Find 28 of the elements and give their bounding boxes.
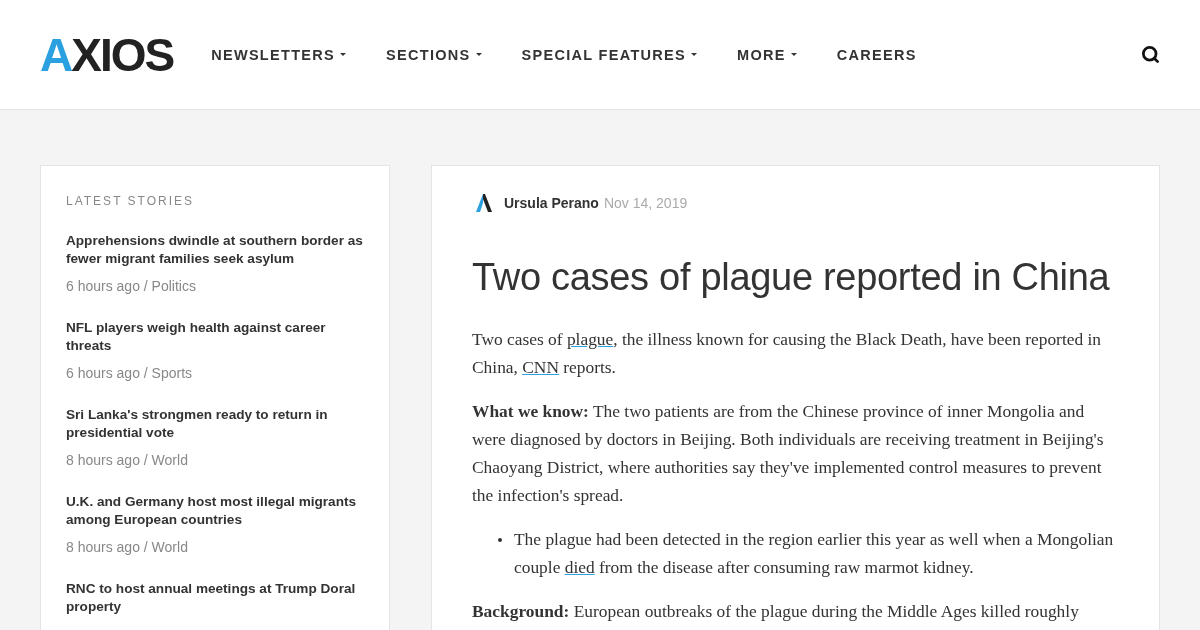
story-headline[interactable]: U.K. and Germany host most illegal migrants among European countries bbox=[66, 493, 364, 529]
nav-link[interactable]: SECTIONS bbox=[386, 46, 482, 63]
article-paragraph: Two cases of plague, the illness known for causing the Black Death, have been reported in China, CNN reports. bbox=[472, 328, 1102, 379]
article-title: Two cases of plague reported in China bbox=[472, 256, 1111, 299]
sidebar-title: LATEST STORIES bbox=[66, 194, 196, 208]
story-meta: 8 hours ago / World bbox=[66, 539, 189, 555]
story-meta: 6 hours ago / Sports bbox=[66, 365, 194, 381]
bullet-icon bbox=[498, 538, 502, 542]
search-icon[interactable] bbox=[1141, 45, 1160, 64]
article-paragraph: What we know: The two patients are from the Chinese province of inner Mongolia and were diagnosed by doctors in Beijing. Both individuals are receiving treatment in Beijing's Chaoyang District, where authorities say they've implemented control measures to prevent the infection's spread. bbox=[472, 400, 1105, 507]
logo[interactable]: AXIOS bbox=[40, 31, 174, 78]
article-paragraph: Background: European outbreaks of the plague during the Middle Ages killed roughly bbox=[472, 600, 1080, 623]
story-headline[interactable]: Sri Lanka's strongmen ready to return in presidential vote bbox=[66, 406, 364, 442]
nav-link[interactable]: MORE bbox=[737, 46, 797, 63]
article-date: Nov 14, 2019 bbox=[603, 195, 688, 211]
story-headline[interactable]: Apprehensions dwindle at southern border as fewer migrant families seek asylum bbox=[66, 232, 364, 268]
text-link[interactable]: CNN bbox=[522, 357, 559, 377]
nav-link[interactable]: CAREERS bbox=[836, 46, 917, 63]
story-headline[interactable]: RNC to host annual meetings at Trump Doral property bbox=[66, 580, 364, 616]
text-link[interactable]: died bbox=[564, 557, 595, 577]
text-link[interactable]: plague bbox=[566, 329, 614, 349]
story-headline[interactable]: NFL players weigh health against career threats bbox=[66, 319, 364, 355]
bullet-text: The plague had been detected in the region earlier this year as well when a Mongolian couple died from the disease after consuming raw marmot kidney. bbox=[514, 528, 1115, 579]
nav-link[interactable]: NEWSLETTERS bbox=[211, 46, 347, 63]
story-meta: 6 hours ago / Politics bbox=[66, 278, 197, 294]
author-name[interactable]: Ursula Perano bbox=[504, 195, 599, 211]
story-meta: 8 hours ago / World bbox=[66, 452, 189, 468]
nav-link[interactable]: SPECIAL FEATURES bbox=[521, 46, 698, 63]
